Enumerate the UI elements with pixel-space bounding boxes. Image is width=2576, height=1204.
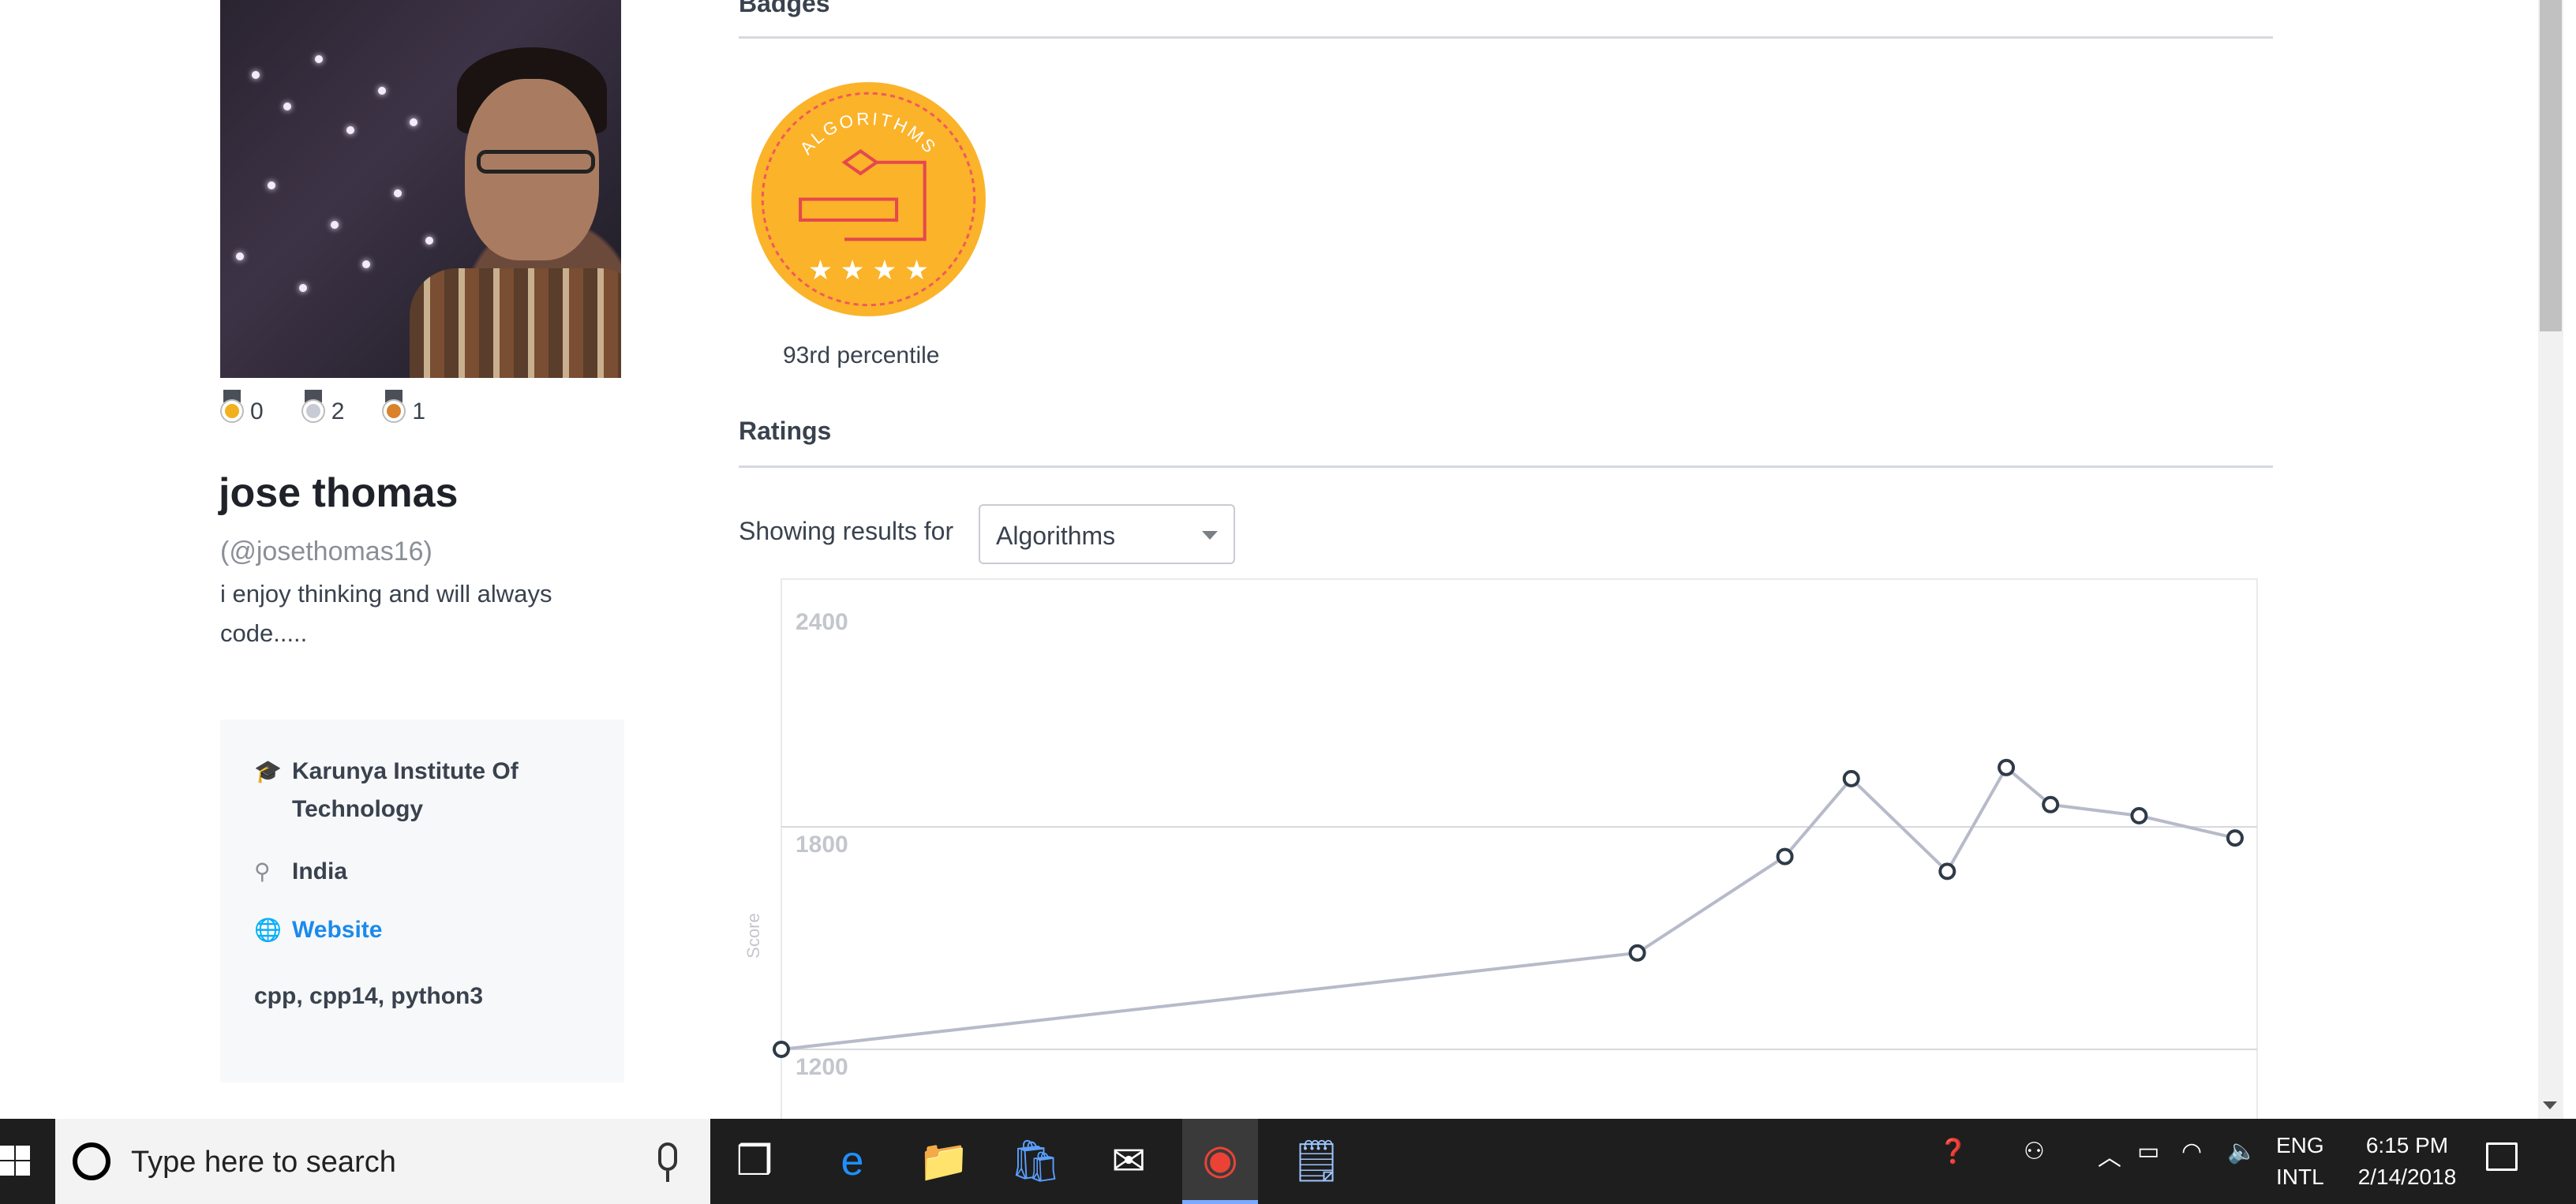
volume-icon[interactable]: 🔈 — [2227, 1138, 2256, 1165]
chevron-down-icon — [1202, 531, 1218, 540]
store-icon: 🛍 — [1009, 1139, 1061, 1184]
mail-taskbar-button[interactable]: ✉ — [1091, 1119, 1166, 1204]
mail-icon: ✉ — [1111, 1139, 1146, 1184]
badges-heading: Badges — [739, 0, 830, 17]
silver-medal: 2 — [301, 390, 345, 424]
svg-text:★: ★ — [872, 255, 897, 286]
file-explorer-icon: 📁 — [918, 1139, 970, 1184]
profile-photo — [220, 0, 621, 378]
svg-text:★: ★ — [808, 255, 833, 286]
chart-data-point[interactable] — [1938, 862, 1956, 881]
chart-data-point[interactable] — [2226, 829, 2244, 847]
chart-data-point[interactable] — [2042, 795, 2060, 813]
taskbar-search-box[interactable]: Type here to search — [55, 1119, 710, 1204]
clock[interactable]: 6:15 PM 2/14/2018 — [2352, 1130, 2462, 1193]
ratings-divider — [739, 466, 2273, 468]
action-center-icon[interactable] — [2486, 1142, 2518, 1171]
showing-results-label: Showing results for — [739, 517, 954, 545]
chart-data-point[interactable] — [1628, 944, 1646, 962]
task-view-taskbar-button[interactable]: ❒ — [717, 1119, 792, 1204]
wifi-icon[interactable]: ◠ — [2181, 1138, 2202, 1165]
file-explorer-taskbar-button[interactable]: 📁 — [906, 1119, 982, 1204]
cortana-icon — [73, 1142, 110, 1180]
chart-y-axis-label: Score — [743, 913, 763, 958]
school-row: 🎓 Karunya Institute Of Technology — [254, 753, 624, 828]
clock-time: 6:15 PM — [2365, 1133, 2449, 1157]
chrome-icon: ◉ — [1202, 1136, 1238, 1183]
edge-icon: e — [841, 1139, 864, 1184]
taskbar-search-placeholder: Type here to search — [131, 1146, 396, 1179]
algorithms-badge[interactable]: ALGORITHMS ★ ★ ★ ★ — [748, 79, 989, 320]
bronze-medal: 1 — [382, 390, 425, 424]
badge-caption: 93rd percentile — [783, 342, 940, 368]
silver-medal-icon — [301, 390, 325, 424]
clock-date: 2/14/2018 — [2357, 1165, 2457, 1189]
help-icon[interactable]: ❓ — [1938, 1138, 1968, 1165]
chart-y-tick-label: 1200 — [796, 1054, 848, 1080]
edge-taskbar-button[interactable]: e — [814, 1119, 890, 1204]
chart-plot-frame — [781, 578, 2258, 1120]
track-select-value: Algorithms — [996, 522, 1116, 550]
badges-divider — [739, 36, 2273, 39]
task-view-icon: ❒ — [736, 1139, 773, 1184]
chrome-taskbar-button[interactable]: ◉ — [1182, 1119, 1258, 1204]
chart-data-point[interactable] — [1776, 847, 1794, 866]
medal-counts: 0 2 1 — [220, 390, 425, 424]
notepad-icon: 🗒 — [1290, 1139, 1342, 1184]
bronze-medal-count: 1 — [412, 398, 426, 424]
microphone-icon[interactable] — [658, 1142, 677, 1171]
bronze-medal-icon — [382, 390, 406, 424]
chart-data-point[interactable] — [773, 1041, 790, 1058]
notepad-taskbar-button[interactable]: 🗒 — [1279, 1119, 1354, 1204]
battery-icon[interactable]: ▭ — [2137, 1138, 2159, 1165]
user-bio: i enjoy thinking and will always code...… — [220, 580, 552, 647]
map-pin-icon: ⚲ — [254, 859, 271, 884]
language-code: ENG — [2276, 1133, 2324, 1157]
gold-medal: 0 — [220, 390, 264, 424]
start-button[interactable] — [0, 1119, 55, 1204]
website-row[interactable]: 🌐 Website — [254, 917, 624, 944]
gold-medal-count: 0 — [250, 398, 264, 424]
user-name: jose thomas — [219, 470, 459, 516]
svg-text:★: ★ — [904, 255, 929, 286]
languages-row: cpp, cpp14, python3 — [254, 983, 624, 1010]
ratings-heading: Ratings — [739, 417, 832, 445]
scrollbar-thumb[interactable] — [2540, 0, 2562, 331]
track-select[interactable]: Algorithms — [979, 504, 1235, 564]
website-link[interactable]: Website — [292, 917, 382, 944]
globe-icon: 🌐 — [254, 918, 282, 942]
chart-data-point[interactable] — [1998, 758, 2016, 776]
input-language[interactable]: ENG INTL — [2276, 1130, 2324, 1193]
chart-data-point[interactable] — [1842, 769, 1860, 787]
location-row: ⚲ India — [254, 858, 624, 885]
svg-text:★: ★ — [841, 255, 865, 286]
school-name: Karunya Institute Of Technology — [292, 758, 519, 822]
scroll-down-arrow-icon[interactable] — [2543, 1101, 2557, 1109]
people-icon[interactable]: ⚇ — [2024, 1138, 2045, 1165]
profile-info-card: 🎓 Karunya Institute Of Technology ⚲ Indi… — [220, 720, 624, 1082]
languages-list: cpp, cpp14, python3 — [254, 983, 484, 1009]
rating-series-line — [781, 765, 2236, 1051]
location-name: India — [292, 858, 348, 884]
rating-chart: 2400 1800 1200 Score — [743, 578, 2258, 1120]
keyboard-layout: INTL — [2276, 1165, 2324, 1189]
windows-taskbar: Type here to search ❒ e 📁 🛍 ✉ ◉ 🗒 ❓ ⚇ ︿ ▭ ◠ 🔈 … — [0, 1119, 2576, 1204]
graduation-cap-icon: 🎓 — [254, 759, 282, 783]
store-taskbar-button[interactable]: 🛍 — [998, 1119, 1073, 1204]
windows-logo-icon — [0, 1146, 14, 1160]
chart-y-tick-label: 1800 — [796, 832, 848, 858]
gold-medal-icon — [220, 390, 244, 424]
silver-medal-count: 2 — [331, 398, 345, 424]
chevron-up-icon[interactable]: ︿ — [2098, 1138, 2121, 1172]
user-handle[interactable]: (@josethomas16) — [220, 537, 432, 567]
chart-data-point[interactable] — [2130, 806, 2148, 824]
chart-y-tick-label: 2400 — [796, 609, 848, 635]
